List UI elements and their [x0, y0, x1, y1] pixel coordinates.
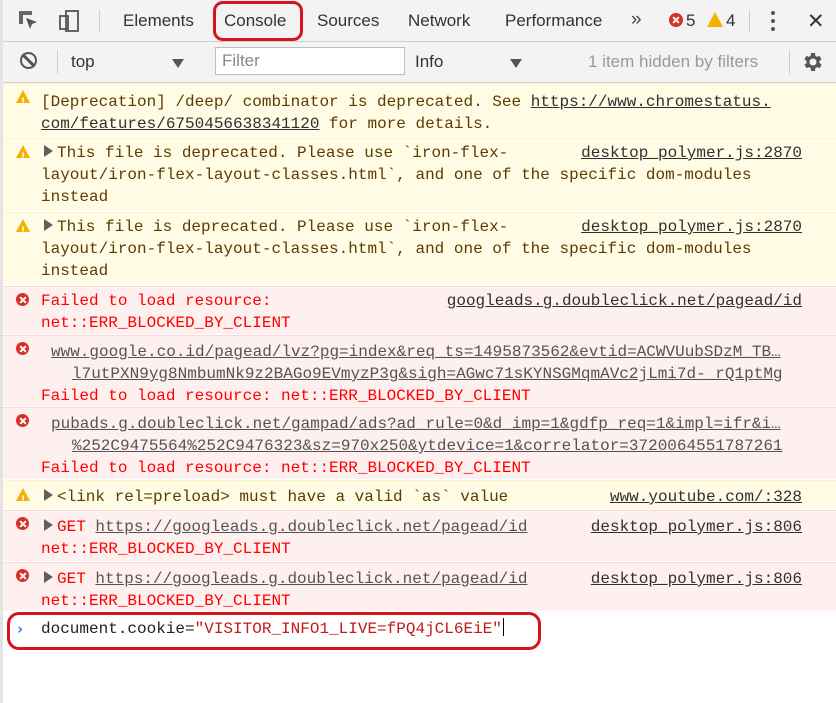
hidden-items-count: 1 item hidden by filters: [588, 52, 759, 71]
toolbar-divider: [57, 50, 58, 74]
source-link[interactable]: googleads.g.doubleclick.net/pagead/id: [447, 290, 802, 312]
source-link[interactable]: desktop_polymer.js:2870: [581, 216, 802, 238]
console-message-error[interactable]: GET https://googleads.g.doubleclick.net/…: [3, 562, 836, 612]
source-link[interactable]: www.youtube.com/:328: [610, 486, 802, 508]
source-link[interactable]: desktop_polymer.js:2870: [581, 142, 802, 164]
console-message-error[interactable]: Failed to load resource: googleads.g.dou…: [3, 286, 836, 335]
error-icon: [16, 569, 29, 582]
chevron-down-icon[interactable]: [510, 59, 522, 68]
error-count-icon[interactable]: [669, 13, 683, 27]
warning-count-icon[interactable]: [707, 12, 723, 27]
console-tab-highlight: [213, 1, 303, 41]
resource-url-link[interactable]: pubads.g.doubleclick.net/gampad/ads?ad_r…: [51, 413, 781, 435]
warning-count[interactable]: 4: [726, 11, 735, 31]
clear-console-icon[interactable]: [20, 52, 37, 69]
toolbar-divider: [749, 10, 750, 32]
warning-icon: [16, 219, 30, 242]
resource-url-link[interactable]: l7utPXN9yg8NmbumNk9z2BAGo9EVmyzP3g&sigh=…: [72, 363, 783, 385]
gear-icon[interactable]: [800, 50, 824, 74]
request-url-link[interactable]: https://googleads.g.doubleclick.net/page…: [95, 518, 527, 536]
close-devtools-button[interactable]: ✕: [807, 9, 825, 34]
tab-elements[interactable]: Elements: [123, 11, 194, 31]
expand-triangle-icon[interactable]: [44, 219, 53, 231]
error-icon: [16, 517, 29, 530]
filter-input[interactable]: [215, 47, 405, 75]
error-icon: [16, 293, 29, 306]
console-message-warning[interactable]: <link rel=preload> must have a valid `as…: [3, 480, 836, 511]
resource-url-link[interactable]: %252C9475564%252C9476323&sz=970x250&ytde…: [72, 435, 783, 457]
error-icon: [16, 342, 29, 355]
console-message-error[interactable]: GET https://googleads.g.doubleclick.net/…: [3, 510, 836, 562]
devtools-tab-bar: Elements Console Sources Network Perform…: [3, 0, 836, 42]
resource-url-link[interactable]: www.google.co.id/pagead/lvz?pg=index&req…: [51, 341, 781, 363]
error-count[interactable]: 5: [686, 11, 695, 31]
inspect-element-icon[interactable]: [17, 9, 41, 33]
kebab-menu-icon[interactable]: [771, 11, 775, 31]
log-level-selector[interactable]: Info: [415, 52, 443, 72]
source-link[interactable]: desktop_polymer.js:806: [591, 516, 802, 538]
prompt-chevron-icon: ›: [17, 620, 24, 638]
warning-icon: [16, 145, 30, 168]
text-caret: [502, 618, 504, 636]
toolbar-divider: [789, 50, 790, 74]
console-toolbar: top Info 1 item hidden by filters: [3, 42, 836, 83]
expand-triangle-icon[interactable]: [44, 489, 53, 501]
warning-icon: [16, 90, 30, 113]
chromestatus-link[interactable]: https://www.chromestatus.: [531, 93, 771, 111]
source-link[interactable]: desktop_polymer.js:806: [591, 568, 802, 590]
console-message-warning[interactable]: [Deprecation] /deep/ combinator is depre…: [3, 83, 836, 138]
expand-triangle-icon[interactable]: [44, 519, 53, 531]
toolbar-divider: [99, 10, 100, 32]
warning-icon: [16, 488, 30, 511]
expand-triangle-icon[interactable]: [44, 145, 53, 157]
console-message-warning[interactable]: This file is deprecated. Please use `iro…: [3, 138, 836, 212]
tab-performance[interactable]: Performance: [505, 11, 602, 31]
error-icon: [16, 414, 29, 427]
chromestatus-link[interactable]: com/features/6750456638341120: [41, 115, 319, 133]
chevron-down-icon[interactable]: [172, 59, 184, 68]
tab-network[interactable]: Network: [408, 11, 470, 31]
device-toolbar-icon[interactable]: [57, 9, 81, 33]
console-message-warning[interactable]: This file is deprecated. Please use `iro…: [3, 212, 836, 286]
tab-sources[interactable]: Sources: [317, 11, 379, 31]
expand-triangle-icon[interactable]: [44, 571, 53, 583]
request-url-link[interactable]: https://googleads.g.doubleclick.net/page…: [95, 570, 527, 588]
console-message-error[interactable]: pubads.g.doubleclick.net/gampad/ads?ad_r…: [3, 407, 836, 480]
more-tabs-button[interactable]: »: [631, 9, 641, 31]
console-message-error[interactable]: www.google.co.id/pagead/lvz?pg=index&req…: [3, 335, 836, 407]
context-selector[interactable]: top: [71, 52, 95, 72]
console-prompt-input[interactable]: document.cookie="VISITOR_INFO1_LIVE=fPQ4…: [41, 618, 504, 640]
